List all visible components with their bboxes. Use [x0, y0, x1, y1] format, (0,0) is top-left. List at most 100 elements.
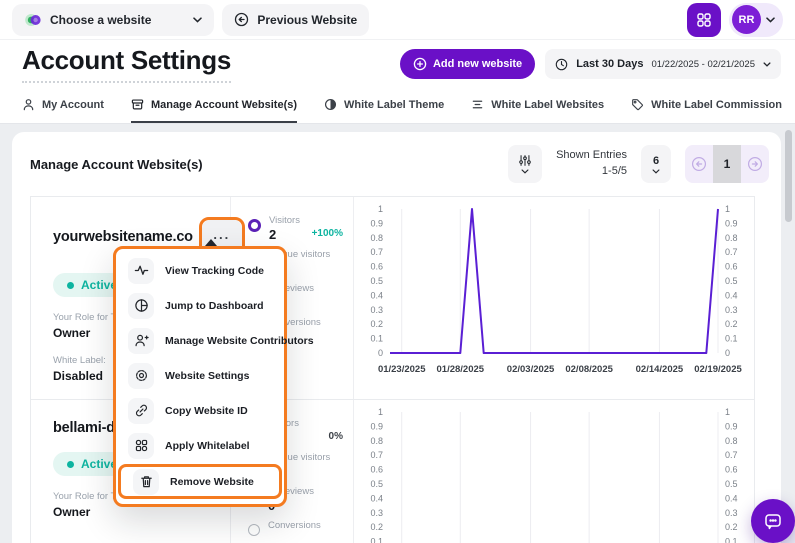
gear-icon: [128, 363, 154, 389]
svg-text:0.6: 0.6: [370, 262, 383, 272]
menu-item-view-tracking-code[interactable]: View Tracking Code: [116, 253, 284, 288]
choose-website-dropdown[interactable]: Choose a website: [12, 4, 214, 36]
annotation-highlight: Remove Website: [118, 464, 282, 499]
apps-button[interactable]: [687, 3, 721, 37]
svg-text:02/08/2025: 02/08/2025: [565, 364, 613, 375]
previous-website-label: Previous Website: [257, 13, 357, 27]
svg-text:0.1: 0.1: [370, 537, 383, 543]
menu-item-copy-website-id[interactable]: Copy Website ID: [116, 393, 284, 428]
svg-text:0.7: 0.7: [725, 247, 738, 257]
choose-website-label: Choose a website: [50, 13, 151, 27]
prev-page-button[interactable]: [685, 145, 713, 183]
svg-text:0.6: 0.6: [725, 262, 738, 272]
svg-text:0.9: 0.9: [370, 218, 383, 228]
svg-text:0.7: 0.7: [725, 450, 738, 460]
chevron-down-icon: [652, 169, 660, 174]
svg-text:0.9: 0.9: [725, 218, 738, 228]
svg-text:0.4: 0.4: [370, 290, 383, 300]
svg-text:0: 0: [725, 348, 730, 358]
svg-text:0.2: 0.2: [370, 522, 383, 532]
svg-text:0.5: 0.5: [725, 276, 738, 286]
clock-icon: [555, 58, 568, 71]
status-dot-icon: [67, 461, 74, 468]
stat-visitors: Visitors 2 +100%: [231, 215, 353, 249]
archive-icon: [131, 98, 144, 111]
svg-text:0.1: 0.1: [725, 334, 738, 344]
plus-circle-icon: [413, 57, 427, 71]
svg-text:0.8: 0.8: [370, 436, 383, 446]
shown-entries-label: Shown Entries: [556, 148, 627, 164]
svg-text:0.9: 0.9: [725, 421, 738, 431]
dashboard-icon: [128, 293, 154, 319]
svg-text:0.2: 0.2: [725, 319, 738, 329]
svg-text:02/03/2025: 02/03/2025: [507, 364, 555, 375]
menu-caret-icon: [205, 239, 217, 246]
previous-website-button[interactable]: Previous Website: [222, 4, 369, 36]
app-root: Choose a website Previous Website: [0, 0, 795, 543]
page-title: Account Settings: [22, 45, 231, 83]
svg-text:01/28/2025: 01/28/2025: [437, 364, 485, 375]
scrollbar-thumb[interactable]: [785, 130, 792, 222]
menu-item-jump-to-dashboard[interactable]: Jump to Dashboard: [116, 288, 284, 323]
role-value: Owner: [53, 505, 226, 519]
svg-text:0.8: 0.8: [725, 233, 738, 243]
tab-white-label-theme[interactable]: White Label Theme: [324, 88, 444, 123]
chevron-down-icon: [766, 17, 775, 23]
menu-item-remove-website[interactable]: Remove Website: [121, 467, 279, 496]
page-header: Account Settings Add new website Last 30…: [0, 40, 795, 88]
tab-white-label-commission[interactable]: White Label Commission: [631, 88, 782, 123]
sliders-icon: [518, 154, 532, 167]
apps-grid-icon: [696, 12, 712, 28]
visitors-chart: 01/23/2025 01/28/2025 02/03/2025 02/08/2025…: [354, 197, 754, 399]
menu-item-website-settings[interactable]: Website Settings: [116, 358, 284, 393]
svg-text:0.5: 0.5: [370, 479, 383, 489]
next-page-button[interactable]: [741, 145, 769, 183]
radio-icon[interactable]: [248, 524, 260, 536]
svg-text:01/23/2025: 01/23/2025: [378, 364, 426, 375]
svg-text:1: 1: [378, 407, 383, 417]
page-size-select[interactable]: 6: [641, 145, 671, 183]
chevron-down-icon: [193, 17, 202, 23]
settings-tabs: My Account Manage Account Website(s) Whi…: [0, 88, 795, 124]
account-menu[interactable]: RR: [729, 3, 783, 37]
svg-text:0: 0: [378, 348, 383, 358]
tag-icon: [631, 98, 644, 111]
svg-text:02/19/2025: 02/19/2025: [694, 364, 742, 375]
visitors-chart: 01/23/202501/28/202502/03/202502/08/2025…: [354, 400, 754, 543]
grid-icon: [128, 433, 154, 459]
svg-text:0.8: 0.8: [725, 436, 738, 446]
svg-text:1: 1: [725, 407, 730, 417]
radio-selected-icon[interactable]: [248, 219, 261, 232]
svg-text:0.3: 0.3: [370, 305, 383, 315]
status-dot-icon: [67, 282, 74, 289]
add-new-website-button[interactable]: Add new website: [400, 49, 535, 79]
tab-manage-account-websites[interactable]: Manage Account Website(s): [131, 88, 297, 123]
current-page: 1: [713, 145, 741, 183]
tab-white-label-websites[interactable]: White Label Websites: [471, 88, 604, 123]
panel-title: Manage Account Website(s): [30, 157, 203, 172]
menu-item-manage-website-contributors[interactable]: Manage Website Contributors: [116, 323, 284, 358]
user-plus-icon: [128, 328, 154, 354]
menu-item-apply-whitelabel[interactable]: Apply Whitelabel: [116, 428, 284, 463]
svg-text:0.3: 0.3: [370, 508, 383, 518]
shown-entries-value: 1-5/5: [556, 164, 627, 180]
list-lines-icon: [471, 98, 484, 111]
stat-conversions: Conversions: [231, 520, 353, 543]
svg-text:0.5: 0.5: [370, 276, 383, 286]
link-icon: [128, 398, 154, 424]
chat-support-button[interactable]: [751, 499, 795, 543]
svg-text:0.3: 0.3: [725, 305, 738, 315]
top-bar: Choose a website Previous Website: [0, 0, 795, 40]
date-range-picker[interactable]: Last 30 Days 01/22/2025 - 02/21/2025: [545, 49, 781, 79]
svg-text:0.2: 0.2: [370, 319, 383, 329]
filter-button[interactable]: [508, 145, 542, 183]
contrast-icon: [324, 98, 337, 111]
svg-text:0.4: 0.4: [370, 493, 383, 503]
svg-text:0.1: 0.1: [370, 334, 383, 344]
svg-text:0.6: 0.6: [370, 465, 383, 475]
chevron-down-icon: [763, 62, 771, 67]
avatar: RR: [732, 5, 761, 34]
svg-text:0.7: 0.7: [370, 247, 383, 257]
site-logo-icon: [24, 11, 42, 29]
tab-my-account[interactable]: My Account: [22, 88, 104, 123]
